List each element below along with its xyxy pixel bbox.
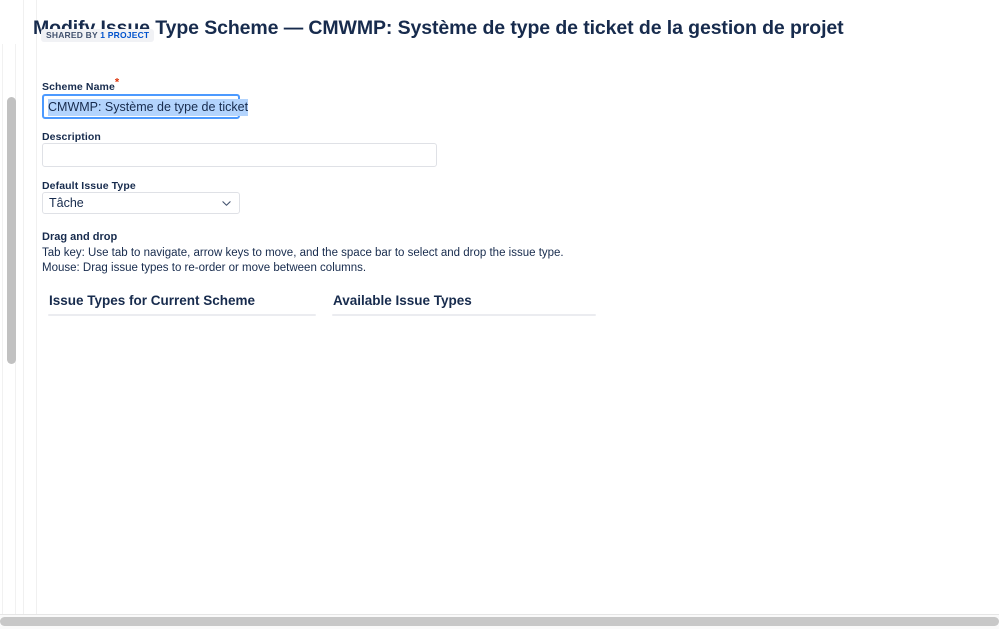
scheme-name-label: Scheme Name*: [42, 77, 119, 93]
drag-and-drop-hint-tab: Tab key: Use tab to navigate, arrow keys…: [42, 247, 564, 259]
shared-by-project-link[interactable]: 1 PROJECT: [100, 30, 149, 40]
default-issue-type-label: Default Issue Type: [42, 180, 136, 192]
current-scheme-panel: Remove all TâcheSous-tâche (sub-task): [48, 314, 316, 316]
vertical-scrollbar-thumb[interactable]: [7, 97, 16, 364]
description-input[interactable]: [42, 143, 437, 167]
available-types-panel: Add all Sub-task (sub-task)Poser une que…: [332, 314, 596, 316]
description-label: Description: [42, 131, 101, 143]
page-title: Modify Issue Type Scheme — CMWMP: Systèm…: [33, 17, 844, 40]
available-types-heading: Available Issue Types: [333, 293, 472, 308]
default-issue-type-select[interactable]: Tâche: [42, 192, 240, 214]
scheme-name-label-text: Scheme Name: [42, 81, 115, 93]
horizontal-scrollbar-track[interactable]: [0, 614, 999, 629]
page-rule-inner: [36, 0, 37, 614]
drag-and-drop-hint-mouse: Mouse: Drag issue types to re-order or m…: [42, 262, 367, 274]
required-asterisk: *: [114, 76, 120, 89]
vertical-scrollbar-track[interactable]: [2, 44, 16, 615]
horizontal-scrollbar-thumb[interactable]: [0, 617, 999, 626]
page-viewport: Modify Issue Type Scheme — CMWMP: Systèm…: [0, 0, 999, 629]
shared-by-badge: SHARED BY 1 PROJECT: [41, 29, 155, 42]
current-scheme-heading: Issue Types for Current Scheme: [49, 293, 256, 308]
shared-by-prefix: SHARED BY: [46, 30, 101, 40]
drag-and-drop-title: Drag and drop: [42, 231, 118, 243]
scheme-name-input[interactable]: [42, 94, 240, 119]
page-rule-left: [23, 0, 24, 614]
